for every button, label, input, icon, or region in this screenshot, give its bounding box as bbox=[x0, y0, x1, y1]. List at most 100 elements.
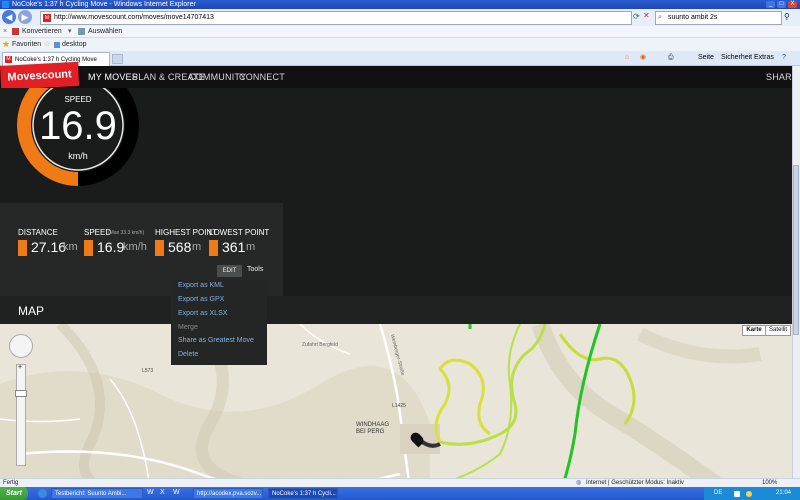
speed-bar bbox=[84, 240, 93, 256]
nav-connect[interactable]: CONNECT bbox=[239, 66, 285, 88]
edit-button[interactable]: EDIT bbox=[217, 265, 242, 277]
favorite-desktop[interactable]: desktop bbox=[62, 38, 87, 51]
tab-row: M NoCoke's 1:37 h Cycling Move ⌂ ◉ ⎙ Sei… bbox=[0, 51, 800, 66]
tools-button[interactable]: Tools bbox=[247, 266, 263, 273]
clock: 21:04 bbox=[776, 490, 792, 496]
folder-icon bbox=[54, 42, 60, 48]
favorites-button[interactable]: Favoriten bbox=[12, 38, 41, 51]
lowest-point-value: 361 bbox=[222, 239, 246, 255]
speed-value: 16.9 bbox=[97, 239, 125, 255]
chevron-down-icon[interactable]: ▾ bbox=[68, 26, 72, 37]
new-tab-button[interactable] bbox=[112, 54, 123, 64]
search-go-icon[interactable]: ⚲ bbox=[784, 12, 790, 21]
nav-community[interactable]: COMMUNITY bbox=[189, 66, 246, 88]
menu-export-gpx[interactable]: Export as GPX bbox=[178, 296, 224, 303]
network-icon[interactable] bbox=[734, 491, 740, 497]
excel-icon[interactable]: X bbox=[160, 489, 165, 496]
map-type-map[interactable]: Karte bbox=[742, 325, 766, 336]
minimize-button[interactable]: _ bbox=[766, 1, 775, 8]
distance-label: DISTANCE bbox=[18, 228, 58, 237]
stop-icon[interactable]: ✕ bbox=[643, 11, 650, 20]
menu-export-kml[interactable]: Export as KML bbox=[178, 282, 224, 289]
map-header bbox=[0, 296, 792, 324]
nav-my-moves[interactable]: MY MOVES bbox=[88, 66, 138, 88]
select-icon bbox=[78, 28, 85, 35]
highest-point-bar bbox=[155, 240, 164, 256]
map-pan-control[interactable] bbox=[9, 334, 33, 358]
feeds-icon[interactable]: ◉ bbox=[640, 51, 646, 65]
scrollbar-thumb[interactable] bbox=[793, 165, 799, 335]
highest-point-label: HIGHEST POINT bbox=[155, 228, 218, 237]
refresh-icon[interactable]: ⟳ bbox=[633, 12, 640, 21]
command-row: × Konvertieren ▾ Auswählen bbox=[0, 26, 800, 38]
convert-icon bbox=[12, 28, 19, 35]
menu-share-greatest[interactable]: Share as Greatest Move bbox=[178, 337, 254, 344]
menu-delete[interactable]: Delete bbox=[178, 351, 198, 358]
map-place-label: WINDHAAG BEI PERG bbox=[356, 422, 389, 435]
gauge-value: 16.9 bbox=[39, 104, 117, 148]
word-doc-icon[interactable]: W bbox=[173, 489, 180, 496]
distance-bar bbox=[18, 240, 27, 256]
print-icon[interactable]: ⎙ bbox=[668, 51, 674, 65]
zoom-in-icon[interactable]: + bbox=[16, 364, 24, 372]
speed-max: (Max 33.3 km/h) bbox=[108, 230, 145, 236]
speed-gauge: SPEED 16.9 km/h bbox=[14, 64, 142, 188]
select-button[interactable]: Auswählen bbox=[88, 26, 122, 37]
route-map[interactable]: WINDHAAG BEI PERG Weinberger-Straße L1425… bbox=[0, 324, 792, 488]
lowest-point-bar bbox=[209, 240, 218, 256]
map-road-label-2: L1425 bbox=[392, 403, 406, 409]
window-titlebar: NoCoke's 1:37 h Cycling Move - Windows I… bbox=[0, 0, 800, 9]
address-bar[interactable]: M http://www.movescount.com/moves/move14… bbox=[40, 11, 632, 25]
page-menu[interactable]: Seite bbox=[698, 51, 714, 65]
convert-button[interactable]: Konvertieren bbox=[22, 26, 62, 37]
window-title: NoCoke's 1:37 h Cycling Move - Windows I… bbox=[12, 1, 196, 8]
home-icon[interactable]: ⌂ bbox=[625, 51, 629, 65]
gauge-unit: km/h bbox=[68, 151, 88, 161]
lowest-point-unit: m bbox=[246, 241, 256, 253]
task-testbericht[interactable]: Testbericht: Suunto Ambi... bbox=[51, 488, 143, 499]
map-road-label-4: Zufahrt Bergfeld bbox=[302, 342, 338, 348]
volume-icon[interactable] bbox=[746, 491, 752, 497]
favorite-star-icon: ☆ bbox=[44, 41, 51, 48]
back-icon[interactable]: ◀ bbox=[2, 10, 16, 24]
address-text: http://www.movescount.com/moves/move1470… bbox=[54, 14, 214, 21]
extras-menu[interactable]: Extras bbox=[754, 51, 774, 65]
system-tray: DE 21:04 bbox=[704, 487, 800, 500]
safety-menu[interactable]: Sicherheit bbox=[721, 51, 752, 65]
word-icon[interactable]: W bbox=[147, 489, 154, 496]
start-button[interactable]: Start bbox=[0, 487, 28, 500]
forward-icon[interactable]: ▶ bbox=[18, 10, 32, 24]
tab-favicon: M bbox=[5, 56, 12, 63]
speed-unit: km/h bbox=[123, 241, 147, 253]
site-header: Movescount MY MOVES PLAN & CREATE COMMUN… bbox=[0, 61, 798, 90]
close-toolbar-icon[interactable]: × bbox=[3, 26, 7, 37]
search-value: suunto ambit 2s bbox=[668, 14, 718, 21]
map-road-label-3: L573 bbox=[142, 368, 154, 374]
task-acodex[interactable]: http://acodex.pva.sozv... bbox=[193, 488, 263, 499]
close-button[interactable]: X bbox=[788, 1, 797, 8]
map-type-satellite[interactable]: Satellit bbox=[765, 325, 791, 336]
star-icon: ★ bbox=[2, 39, 11, 49]
map-title: MAP bbox=[18, 304, 45, 318]
site-favicon: M bbox=[43, 14, 51, 22]
address-row: ◀ ▶ M http://www.movescount.com/moves/mo… bbox=[0, 9, 800, 27]
more-stats-marker[interactable]: 1 bbox=[260, 230, 263, 236]
menu-export-xlsx[interactable]: Export as XLSX bbox=[178, 310, 227, 317]
taskbar: Start Testbericht: Suunto Ambi... W X W … bbox=[0, 487, 800, 500]
language-indicator[interactable]: DE bbox=[714, 487, 722, 500]
maximize-button[interactable]: □ bbox=[777, 1, 786, 8]
zoom-handle[interactable] bbox=[15, 390, 27, 397]
movescount-logo[interactable]: Movescount bbox=[0, 61, 80, 90]
favorites-row: ★ Favoriten ☆ desktop bbox=[0, 38, 800, 52]
tools-dropdown: Export as KML Export as GPX Export as XL… bbox=[171, 280, 267, 365]
ie-icon bbox=[2, 1, 9, 8]
highest-point-unit: m bbox=[192, 241, 202, 253]
gauge-label: SPEED bbox=[64, 95, 92, 104]
ie-quicklaunch-icon[interactable] bbox=[38, 489, 47, 498]
search-box[interactable]: ⌕ suunto ambit 2s bbox=[655, 11, 782, 25]
distance-unit: km bbox=[63, 241, 78, 253]
search-icon: ⌕ bbox=[658, 14, 662, 21]
map-zoom-slider[interactable] bbox=[16, 364, 26, 466]
help-icon[interactable]: ? bbox=[782, 51, 786, 65]
task-movescount[interactable]: NoCoke's 1:37 h Cycli... bbox=[268, 488, 338, 499]
